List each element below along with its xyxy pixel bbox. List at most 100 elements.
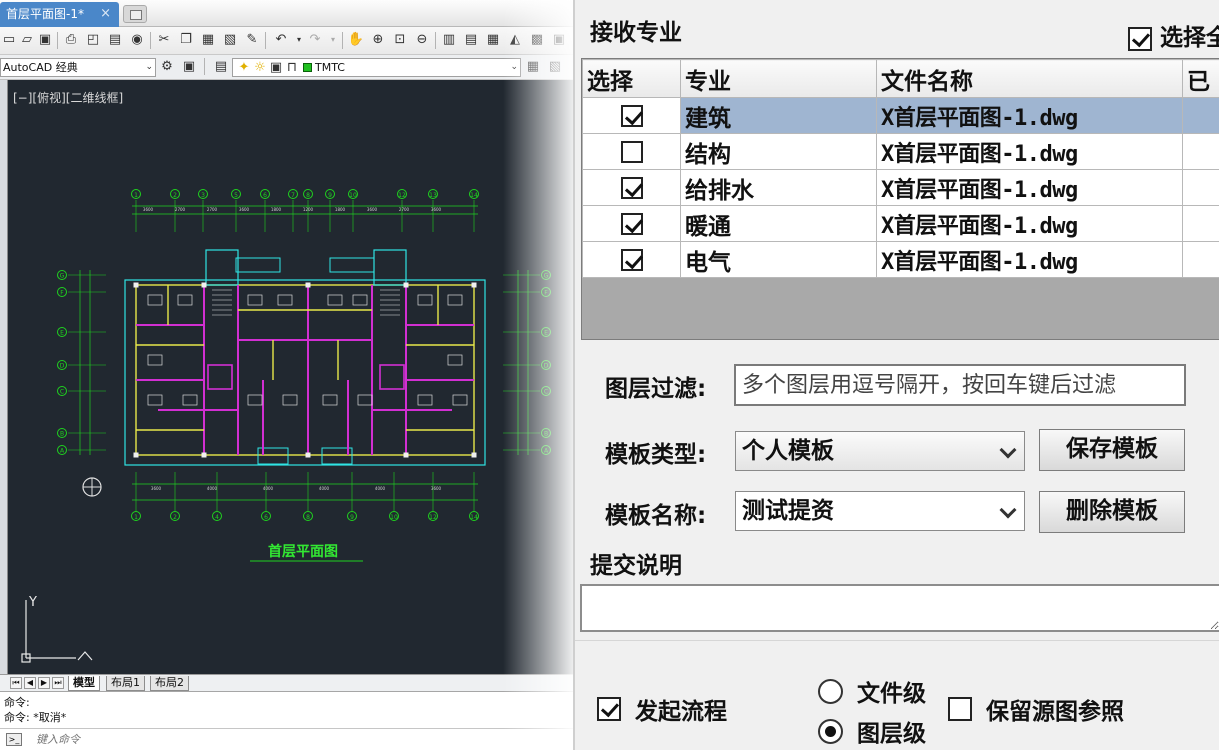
plot-icon[interactable]: ▤	[106, 31, 124, 49]
print-preview-icon[interactable]: ◰	[84, 31, 102, 49]
layer-filter-field[interactable]	[734, 364, 1186, 406]
layer-manager-icon[interactable]: ▤	[212, 58, 230, 76]
redo-dropdown-icon[interactable]: ▾	[324, 31, 342, 49]
next-tab-icon[interactable]: ▶	[38, 677, 50, 689]
document-tab[interactable]: 首层平面图-1* ×	[0, 2, 119, 27]
keep-source-ref-checkbox[interactable]: 保留源图参照	[948, 692, 1124, 726]
template-type-label: 模板类型:	[605, 442, 707, 468]
column-header-status[interactable]: 已	[1182, 59, 1219, 98]
workspace-select[interactable]: AutoCAD 经典 ⌄	[0, 58, 156, 77]
paste-special-icon[interactable]: ▧	[221, 31, 239, 49]
layer-previous-icon[interactable]: ▧	[546, 58, 564, 76]
make-current-layer-icon[interactable]: ▦	[524, 58, 542, 76]
column-header-file[interactable]: 文件名称	[876, 59, 1183, 98]
new-tab-button[interactable]	[123, 5, 147, 23]
command-history: 命令: 命令: *取消*	[0, 691, 573, 728]
close-icon[interactable]: ×	[100, 2, 111, 26]
select-all-checkbox[interactable]: 选择全	[1128, 18, 1219, 52]
checkbox-box[interactable]	[1128, 26, 1152, 51]
command-prompt-icon[interactable]: >_	[6, 733, 22, 746]
row-select-cell[interactable]	[582, 133, 681, 170]
row-checkbox[interactable]	[620, 177, 643, 199]
standard-toolbar: ▭ ▱ ▣ ⎙ ◰ ▤ ◉ ✂ ❐ ▦ ▧ ✎ ↶ ▾ ↷ ▾ ✋ ⊕ ⊡ ⊖ …	[0, 27, 573, 55]
save-template-button[interactable]: 保存模板	[1039, 429, 1185, 471]
radio-circle[interactable]	[818, 718, 843, 744]
design-center-icon[interactable]: ▤	[462, 31, 480, 49]
last-tab-icon[interactable]: ⏭	[52, 677, 64, 689]
command-input[interactable]	[36, 731, 536, 748]
column-header-specialty[interactable]: 专业	[680, 59, 877, 98]
table-row[interactable]: 暖通 X首层平面图-1.dwg	[582, 205, 1219, 242]
cad-window: 首层平面图-1* × ▭ ▱ ▣ ⎙ ◰ ▤ ◉ ✂ ❐ ▦ ▧ ✎ ↶ ▾ ↷…	[0, 0, 573, 750]
open-folder-icon[interactable]: ▱	[18, 31, 36, 49]
toolbar-separator	[342, 32, 343, 49]
file-name-cell: X首层平面图-1.dwg	[876, 133, 1183, 170]
dimension-label: 4000	[207, 486, 218, 491]
zoom-previous-icon[interactable]: ⊖	[413, 31, 431, 49]
delete-template-button[interactable]: 删除模板	[1039, 491, 1185, 533]
row-select-cell[interactable]	[582, 241, 681, 278]
row-checkbox[interactable]	[620, 141, 643, 163]
first-tab-icon[interactable]: ⏮	[10, 677, 22, 689]
zoom-realtime-icon[interactable]: ⊕	[369, 31, 387, 49]
submit-note-title: 提交说明	[590, 553, 682, 579]
file-name-cell: X首层平面图-1.dwg	[876, 241, 1183, 278]
markup-icon[interactable]: ▩	[528, 31, 546, 49]
dimension-label: 4000	[263, 486, 274, 491]
undo-icon[interactable]: ↶	[272, 31, 290, 49]
axis-label: 12	[398, 192, 406, 199]
radio-layer-level[interactable]: 图层级	[818, 714, 926, 748]
row-checkbox[interactable]	[620, 105, 643, 127]
row-select-cell[interactable]	[582, 205, 681, 242]
tab-layout1[interactable]: 布局1	[106, 676, 145, 691]
row-checkbox[interactable]	[620, 249, 643, 271]
row-select-cell[interactable]	[582, 97, 681, 134]
zoom-window-icon[interactable]: ⊡	[391, 31, 409, 49]
tool-palettes-icon[interactable]: ▦	[484, 31, 502, 49]
paste-icon[interactable]: ▦	[199, 31, 217, 49]
dimension-label: 1800	[335, 207, 346, 212]
pan-icon[interactable]: ✋	[347, 31, 365, 49]
template-name-select[interactable]: 测试提资	[735, 491, 1025, 531]
radio-file-level[interactable]: 文件级	[818, 674, 926, 708]
submit-note-input[interactable]	[580, 584, 1219, 632]
print-icon[interactable]: ⎙	[62, 31, 80, 49]
layer-filter-input[interactable]	[742, 366, 1184, 404]
workspace-layer-toolbar: AutoCAD 经典 ⌄ ⚙ ▣ ▤ ✦ ☼ ▣ ⊓ TMTC ⌄ ▦ ▧	[0, 55, 573, 80]
redo-icon[interactable]: ↷	[306, 31, 324, 49]
start-flow-checkbox[interactable]: 发起流程	[597, 692, 727, 726]
dimension-label: 3600	[431, 207, 442, 212]
properties-icon[interactable]: ▥	[440, 31, 458, 49]
checkbox-box[interactable]	[597, 697, 621, 721]
table-row[interactable]: 电气 X首层平面图-1.dwg	[582, 241, 1219, 278]
publish-icon[interactable]: ◉	[128, 31, 146, 49]
drawing-area[interactable]: [−][俯视][二维线框] 1 2 3 5 6 7 8 9 10 12 13 14 3600 2700 27…	[8, 80, 573, 674]
tab-layout2[interactable]: 布局2	[150, 676, 189, 691]
radio-circle[interactable]	[818, 678, 843, 704]
template-type-select[interactable]: 个人模板	[735, 431, 1025, 471]
tab-model[interactable]: 模型	[68, 676, 100, 691]
table-row[interactable]: 建筑 X首层平面图-1.dwg	[582, 97, 1219, 134]
toolbar-separator	[435, 32, 436, 49]
match-properties-icon[interactable]: ✎	[243, 31, 261, 49]
unlock-icon[interactable]: ⊓	[283, 59, 301, 77]
save-icon[interactable]: ▣	[36, 31, 54, 49]
row-select-cell[interactable]	[582, 169, 681, 206]
calculator-icon[interactable]: ▣	[550, 31, 568, 49]
table-row[interactable]: 给排水 X首层平面图-1.dwg	[582, 169, 1219, 206]
copy-icon[interactable]: ❐	[177, 31, 195, 49]
cut-icon[interactable]: ✂	[155, 31, 173, 49]
balcony-top-left	[235, 257, 281, 273]
workspace-save-icon[interactable]: ▣	[180, 58, 198, 76]
table-row[interactable]: 结构 X首层平面图-1.dwg	[582, 133, 1219, 170]
layer-select[interactable]: ✦ ☼ ▣ ⊓ TMTC ⌄	[232, 58, 521, 77]
checkbox-box[interactable]	[948, 697, 972, 721]
section-divider	[575, 640, 1219, 641]
row-checkbox[interactable]	[620, 213, 643, 235]
sheet-set-icon[interactable]: ◭	[506, 31, 524, 49]
workspace-settings-icon[interactable]: ⚙	[158, 58, 176, 76]
previous-tab-icon[interactable]: ◀	[24, 677, 36, 689]
axis-label: 10	[390, 514, 398, 521]
new-file-icon[interactable]: ▭	[0, 31, 18, 49]
column-header-select[interactable]: 选择	[582, 59, 681, 98]
